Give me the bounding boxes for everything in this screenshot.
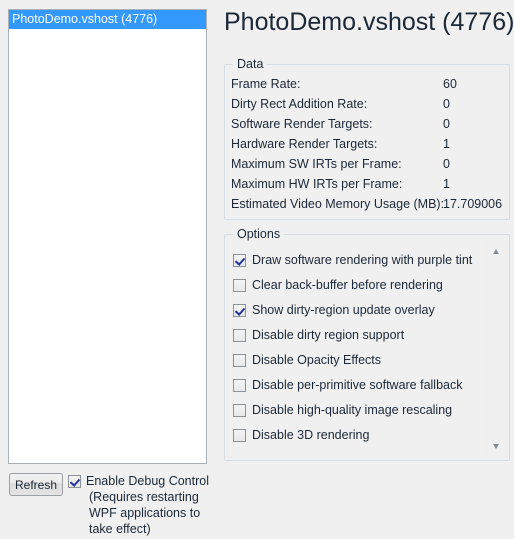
data-row: Dirty Rect Addition Rate: 0 <box>231 94 505 114</box>
refresh-button[interactable]: Refresh <box>9 473 63 496</box>
list-item[interactable]: PhotoDemo.vshost (4776) <box>9 10 206 29</box>
data-row: Maximum SW IRTs per Frame: 0 <box>231 154 505 174</box>
data-row: Maximum HW IRTs per Frame: 1 <box>231 174 505 194</box>
data-row-value: 60 <box>443 77 457 91</box>
enable-debug-control-hint: (Requires restarting WPF applications to… <box>89 490 201 536</box>
page-title: PhotoDemo.vshost (4776) <box>224 8 514 36</box>
data-row-value: 0 <box>443 157 450 171</box>
options-list: Draw software rendering with purple tint… <box>233 247 483 447</box>
enable-debug-control-block: Enable Debug Control (Requires restartin… <box>68 474 213 537</box>
data-rows: Frame Rate: 60 Dirty Rect Addition Rate: 0 S… <box>231 74 505 214</box>
option-checkbox[interactable] <box>233 353 246 367</box>
data-groupbox: Data Frame Rate: 60 Dirty Rect Addition Ra… <box>224 57 510 220</box>
data-row-label: Hardware Render Targets: <box>231 137 378 151</box>
data-row-label: Maximum SW IRTs per Frame: <box>231 157 402 171</box>
option-checkbox[interactable] <box>233 378 246 392</box>
option-checkbox[interactable] <box>233 278 246 292</box>
option-checkbox[interactable] <box>233 403 246 417</box>
option-row[interactable]: Draw software rendering with purple tint <box>233 247 483 272</box>
option-label: Clear back-buffer before rendering <box>252 277 443 292</box>
scroll-up-arrow-icon[interactable] <box>488 243 505 260</box>
option-checkbox[interactable] <box>233 303 246 317</box>
option-label: Disable Opacity Effects <box>252 352 381 367</box>
option-label: Disable per-primitive software fallback <box>252 377 463 392</box>
data-row: Frame Rate: 60 <box>231 74 505 94</box>
data-row-label: Estimated Video Memory Usage (MB): <box>231 197 445 211</box>
option-row[interactable]: Disable high-quality image rescaling <box>233 397 483 422</box>
data-row: Estimated Video Memory Usage (MB): 17.709… <box>231 194 505 214</box>
option-label: Disable 3D rendering <box>252 427 370 442</box>
option-row[interactable]: Disable dirty region support <box>233 322 483 347</box>
option-row[interactable]: Disable 3D rendering <box>233 422 483 447</box>
scroll-down-arrow-icon[interactable] <box>488 438 505 455</box>
data-row-value: 1 <box>443 137 450 151</box>
data-row-value: 0 <box>443 117 450 131</box>
data-row-label: Frame Rate: <box>231 77 301 91</box>
option-row[interactable]: Clear back-buffer before rendering <box>233 272 483 297</box>
enable-debug-control-row[interactable]: Enable Debug Control <box>68 474 213 489</box>
option-checkbox[interactable] <box>233 328 246 342</box>
option-label: Disable dirty region support <box>252 327 405 342</box>
data-row-value: 0 <box>443 97 450 111</box>
option-row[interactable]: Disable Opacity Effects <box>233 347 483 372</box>
option-label: Show dirty-region update overlay <box>252 302 435 317</box>
data-groupbox-title: Data <box>233 57 268 71</box>
option-row[interactable]: Disable per-primitive software fallback <box>233 372 483 397</box>
data-row: Software Render Targets: 0 <box>231 114 505 134</box>
options-scrollbar[interactable] <box>487 243 505 455</box>
data-row-value: 1 <box>443 177 450 191</box>
option-checkbox[interactable] <box>233 428 246 442</box>
data-row-label: Maximum HW IRTs per Frame: <box>231 177 403 191</box>
option-checkbox[interactable] <box>233 253 246 267</box>
process-listbox[interactable]: PhotoDemo.vshost (4776) <box>8 9 207 464</box>
option-label: Draw software rendering with purple tint <box>252 252 473 267</box>
data-row-value: 17.709006 <box>443 197 503 211</box>
data-row-label: Software Render Targets: <box>231 117 373 131</box>
data-row: Hardware Render Targets: 1 <box>231 134 505 154</box>
option-row[interactable]: Show dirty-region update overlay <box>233 297 483 322</box>
options-groupbox: Options Draw software rendering with pur… <box>224 227 510 461</box>
option-label: Disable high-quality image rescaling <box>252 402 453 417</box>
enable-debug-control-label: Enable Debug Control <box>86 474 209 488</box>
data-row-label: Dirty Rect Addition Rate: <box>231 97 368 111</box>
options-groupbox-title: Options <box>233 227 285 241</box>
enable-debug-control-checkbox[interactable] <box>68 475 81 488</box>
